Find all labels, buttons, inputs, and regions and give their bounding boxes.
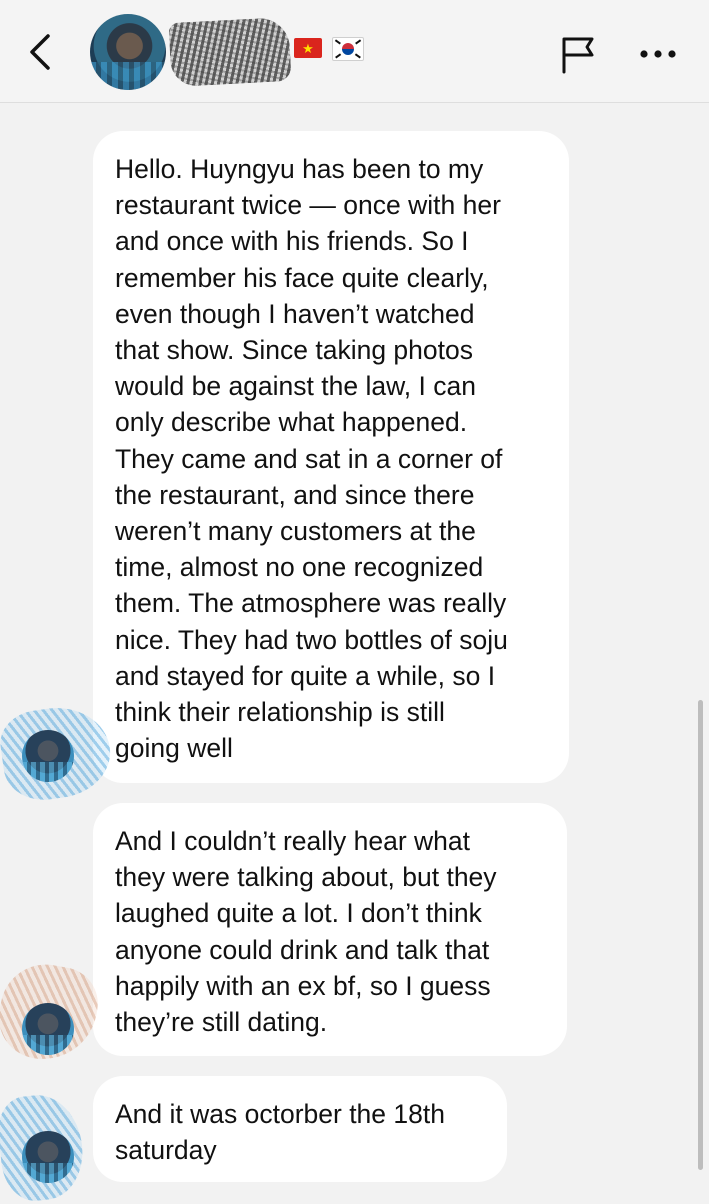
sender-avatar[interactable] xyxy=(22,1003,74,1055)
more-horizontal-icon xyxy=(640,50,676,58)
chevron-left-icon xyxy=(30,34,50,70)
vietnam-flag-icon: ★ xyxy=(294,38,322,58)
message-bubble[interactable]: Hello. Huyngyu has been to my restaurant… xyxy=(93,131,569,783)
more-options-button[interactable] xyxy=(634,36,686,72)
report-button[interactable] xyxy=(558,34,598,74)
sender-avatar[interactable] xyxy=(22,730,74,782)
message-bubble[interactable]: And it was octorber the 18th saturday xyxy=(93,1076,507,1182)
chat-header: ★ xyxy=(0,0,709,103)
message-bubble[interactable]: And I couldn’t really hear what they wer… xyxy=(93,803,567,1056)
sender-avatar[interactable] xyxy=(22,1131,74,1183)
scrollbar[interactable] xyxy=(698,700,703,1170)
redacted-contact-name[interactable] xyxy=(168,16,292,88)
back-button[interactable] xyxy=(20,26,64,78)
flag-star: ★ xyxy=(302,40,314,56)
south-korea-flag-icon xyxy=(332,37,364,61)
contact-avatar[interactable] xyxy=(90,14,166,90)
flag-icon xyxy=(562,37,594,74)
